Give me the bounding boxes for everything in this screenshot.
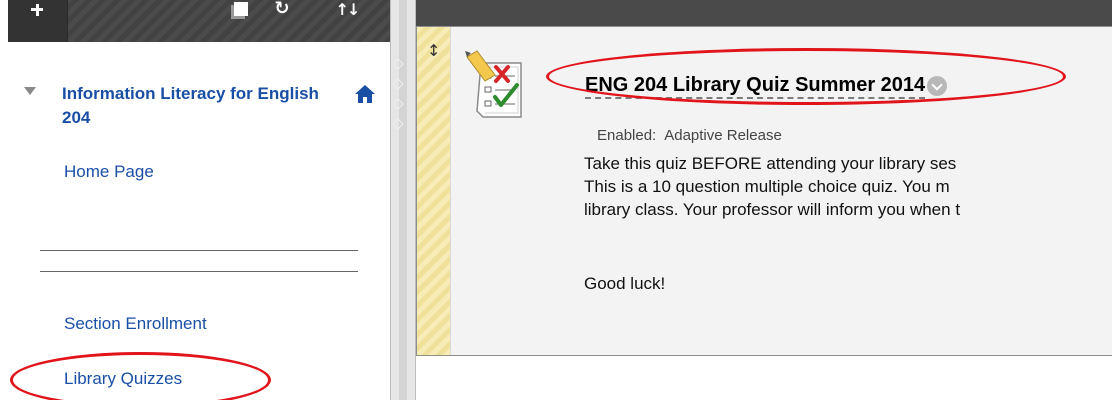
sort-icon[interactable]: ↑↓ bbox=[333, 0, 361, 21]
window-icon[interactable] bbox=[228, 0, 256, 22]
sidebar-item-library-quizzes[interactable]: Library Quizzes bbox=[64, 369, 182, 389]
home-icon[interactable] bbox=[354, 84, 376, 104]
quiz-title[interactable]: ENG 204 Library Quiz Summer 2014 bbox=[585, 71, 948, 99]
expand-caret-icon[interactable] bbox=[24, 87, 36, 95]
add-icon[interactable] bbox=[8, 0, 68, 42]
menu-divider bbox=[40, 250, 358, 251]
menu-divider bbox=[40, 271, 358, 272]
enabled-label: Enabled: bbox=[597, 127, 657, 144]
refresh-icon[interactable]: ↻ bbox=[268, 0, 296, 20]
sidebar-item-home-page[interactable]: Home Page bbox=[64, 162, 154, 182]
course-menu-panel: ↻ ↑↓ Information Literacy for English 20… bbox=[0, 0, 390, 400]
sidebar-item-section-enrollment[interactable]: Section Enrollment bbox=[64, 314, 207, 334]
description-line: library class. Your professor will infor… bbox=[584, 200, 961, 219]
quiz-icon bbox=[465, 50, 522, 118]
quiz-title-link[interactable]: ENG 204 Library Quiz Summer 2014 bbox=[585, 74, 926, 99]
options-chevron-icon[interactable] bbox=[927, 75, 948, 96]
availability-status: Enabled: Adaptive Release bbox=[597, 127, 782, 144]
description-line: Take this quiz BEFORE attending your lib… bbox=[584, 154, 957, 173]
content-top-bar bbox=[416, 0, 1112, 26]
description-line: This is a 10 question multiple choice qu… bbox=[584, 177, 950, 196]
course-title[interactable]: Information Literacy for English 204 bbox=[62, 82, 332, 130]
content-item: ↕ ENG 204 Library Quiz Summer 2014 Enabl… bbox=[416, 26, 1112, 356]
drag-handle-icon[interactable]: ↕ bbox=[427, 41, 440, 60]
panel-splitter[interactable] bbox=[390, 0, 416, 400]
enabled-value: Adaptive Release bbox=[664, 127, 782, 144]
reorder-strip[interactable]: ↕ bbox=[417, 27, 451, 355]
quiz-description: Take this quiz BEFORE attending your lib… bbox=[584, 152, 1112, 221]
page: ↻ ↑↓ Information Literacy for English 20… bbox=[0, 0, 1112, 400]
course-menu-toolbar: ↻ ↑↓ bbox=[8, 0, 390, 42]
closing-text: Good luck! bbox=[584, 274, 666, 293]
